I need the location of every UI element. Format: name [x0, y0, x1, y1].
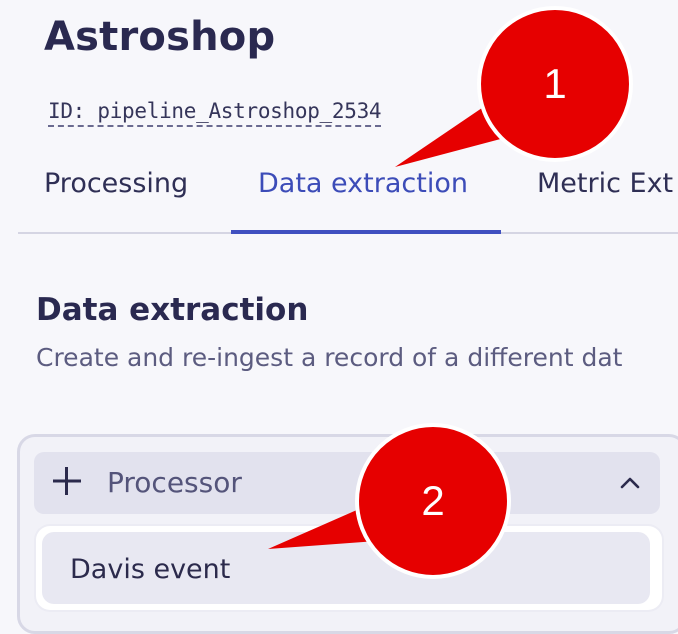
active-tab-indicator: [231, 230, 501, 234]
plus-icon: [51, 462, 83, 500]
tab-bar: Processing Data extraction Metric Ext: [18, 158, 678, 234]
add-processor-button[interactable]: Processor: [34, 452, 660, 514]
tab-processing[interactable]: Processing: [44, 168, 188, 221]
tab-data-extraction[interactable]: Data extraction: [258, 168, 468, 221]
annotation-1-number: 1: [543, 60, 566, 107]
chevron-up-icon[interactable]: [618, 471, 642, 495]
pipeline-id[interactable]: ID: pipeline_Astroshop_2534: [48, 99, 382, 127]
processor-label: Processor: [107, 466, 242, 499]
menu-item-label: Davis event: [70, 554, 231, 585]
section-title: Data extraction: [36, 292, 309, 328]
section-description: Create and re-ingest a record of a diffe…: [36, 343, 623, 372]
page-title: Astroshop: [44, 14, 276, 60]
processor-dropdown-menu: Davis event: [36, 526, 662, 610]
tab-metric-extraction[interactable]: Metric Ext: [537, 168, 673, 221]
menu-item-davis-event[interactable]: Davis event: [42, 532, 650, 604]
annotation-1: 1: [395, 6, 633, 167]
